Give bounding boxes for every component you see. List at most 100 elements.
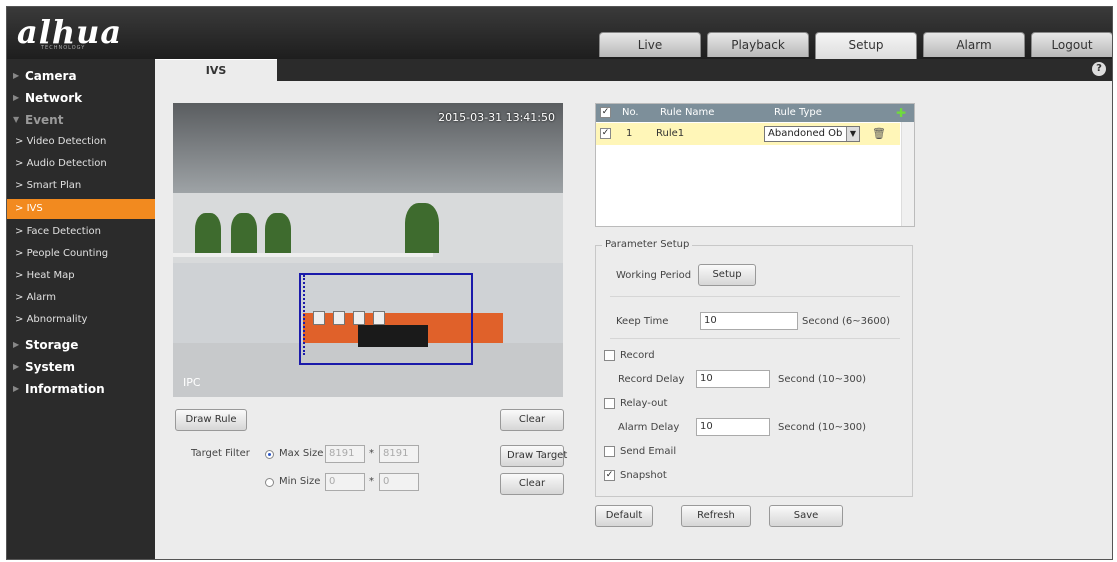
sidebar-subitem-face-detection[interactable]: > Face Detection: [7, 222, 155, 242]
chevron-right-icon: >: [15, 270, 27, 281]
relay-out-label: Relay-out: [620, 398, 668, 409]
record-delay-range: Second (10~300): [778, 374, 866, 385]
sidebar-item-system[interactable]: ▶ System: [7, 356, 155, 378]
max-size-width-input[interactable]: 8191: [325, 445, 365, 463]
column-header-rule-type: Rule Type: [774, 107, 822, 118]
trash-icon[interactable]: 🗑: [872, 123, 886, 145]
table-row[interactable]: ✓ 1 Rule1 Abandoned Ob ▼ 🗑: [596, 123, 900, 145]
snapshot-label: Snapshot: [620, 470, 667, 481]
brand-logo-sub: TECHNOLOGY: [41, 45, 86, 51]
draw-rule-button[interactable]: Draw Rule: [175, 409, 247, 431]
clear-rule-button[interactable]: Clear: [500, 409, 564, 431]
refresh-button[interactable]: Refresh: [681, 505, 751, 527]
triangle-right-icon: ▶: [13, 93, 20, 102]
chevron-right-icon: >: [15, 314, 27, 325]
clear-target-button[interactable]: Clear: [500, 473, 564, 495]
min-size-label: Min Size: [279, 476, 321, 487]
sidebar-item-label: Camera: [25, 69, 77, 83]
record-delay-label: Record Delay: [618, 374, 685, 385]
sidebar-subitem-alarm[interactable]: > Alarm: [7, 288, 155, 308]
sidebar-subitem-label: IVS: [26, 203, 43, 214]
sidebar-subitem-abnormality[interactable]: > Abnormality: [7, 310, 155, 330]
snapshot-checkbox[interactable]: ✓: [604, 470, 615, 481]
divider: [610, 296, 900, 297]
tab-live[interactable]: Live: [599, 32, 701, 57]
column-header-rule-name: Rule Name: [660, 107, 715, 118]
add-rule-icon[interactable]: ✚: [896, 104, 906, 122]
content-panel: IVS ? 2015-03-31 13:41:50 IPC Draw Rule: [155, 59, 1112, 559]
select-all-checkbox[interactable]: ✓: [600, 107, 611, 118]
sidebar-subitem-audio-detection[interactable]: > Audio Detection: [7, 154, 155, 174]
max-size-height-input[interactable]: 8191: [379, 445, 419, 463]
chevron-right-icon: >: [15, 226, 27, 237]
ivs-rule-region[interactable]: [299, 273, 473, 365]
video-scene-partition: [173, 253, 433, 257]
min-size-height-input[interactable]: 0: [379, 473, 419, 491]
max-size-radio[interactable]: [265, 450, 274, 459]
triangle-right-icon: ▶: [13, 362, 20, 371]
record-delay-input[interactable]: 10: [696, 370, 770, 388]
sidebar-item-storage[interactable]: ▶ Storage: [7, 334, 155, 356]
sidebar-subitem-label: Audio Detection: [26, 158, 107, 169]
chevron-right-icon: >: [15, 292, 27, 303]
tab-logout[interactable]: Logout: [1031, 32, 1112, 57]
rule-table-header: ✓ No. Rule Name Rule Type ✚: [596, 104, 914, 122]
help-icon[interactable]: ?: [1092, 62, 1106, 76]
sidebar-subitem-smart-plan[interactable]: > Smart Plan: [7, 176, 155, 196]
sidebar-subitem-video-detection[interactable]: > Video Detection: [7, 132, 155, 152]
tab-alarm[interactable]: Alarm: [923, 32, 1025, 57]
save-button[interactable]: Save: [769, 505, 843, 527]
sidebar: ▶ Camera ▶ Network ▼ Event > Video Detectio…: [7, 59, 155, 559]
sidebar-item-label: Event: [25, 113, 64, 127]
rule-table-scrollbar[interactable]: [901, 122, 914, 226]
min-size-radio[interactable]: [265, 478, 274, 487]
tab-playback[interactable]: Playback: [707, 32, 809, 57]
size-times-symbol: *: [369, 476, 374, 487]
draw-target-button[interactable]: Draw Target: [500, 445, 567, 467]
working-period-setup-button[interactable]: Setup: [698, 264, 756, 286]
sidebar-subitem-label: People Counting: [26, 248, 109, 259]
column-header-no: No.: [622, 107, 639, 118]
sidebar-item-network[interactable]: ▶ Network: [7, 87, 155, 109]
alarm-delay-input[interactable]: 10: [696, 418, 770, 436]
tab-setup[interactable]: Setup: [815, 32, 917, 60]
keep-time-input[interactable]: 10: [700, 312, 798, 330]
sidebar-item-label: Storage: [25, 338, 79, 352]
relay-out-checkbox[interactable]: [604, 398, 615, 409]
sidebar-item-camera[interactable]: ▶ Camera: [7, 65, 155, 87]
keep-time-label: Keep Time: [616, 316, 669, 327]
header-bar: alhua TECHNOLOGY Live Playback Setup Ala…: [7, 7, 1112, 60]
chevron-right-icon: >: [15, 158, 27, 169]
triangle-right-icon: ▶: [13, 384, 20, 393]
sidebar-subitem-label: Face Detection: [26, 226, 101, 237]
sidebar-subitem-label: Alarm: [26, 292, 56, 303]
send-email-checkbox[interactable]: [604, 446, 615, 457]
sidebar-subitem-heat-map[interactable]: > Heat Map: [7, 266, 155, 286]
sidebar-subitem-label: Smart Plan: [26, 180, 82, 191]
sidebar-item-event[interactable]: ▼ Event: [7, 109, 155, 131]
rule-row-checkbox[interactable]: ✓: [600, 128, 611, 139]
alarm-delay-range: Second (10~300): [778, 422, 866, 433]
rule-row-no: 1: [626, 128, 633, 139]
rule-type-select[interactable]: Abandoned Ob ▼: [764, 126, 860, 142]
chevron-down-icon: ▼: [846, 127, 859, 141]
sidebar-subitem-people-counting[interactable]: > People Counting: [7, 244, 155, 264]
send-email-label: Send Email: [620, 446, 677, 457]
chevron-right-icon: >: [15, 203, 27, 214]
record-checkbox[interactable]: [604, 350, 615, 361]
size-times-symbol: *: [369, 448, 374, 459]
default-button[interactable]: Default: [595, 505, 653, 527]
rule-table: ✓ No. Rule Name Rule Type ✚ ✓ 1 Rule1 Ab…: [595, 103, 915, 227]
tab-ivs[interactable]: IVS: [155, 59, 277, 82]
video-preview[interactable]: 2015-03-31 13:41:50 IPC: [173, 103, 563, 397]
video-timestamp: 2015-03-31 13:41:50: [438, 111, 555, 124]
triangle-right-icon: ▶: [13, 340, 20, 349]
triangle-down-icon: ▼: [13, 115, 20, 124]
sidebar-subitem-ivs[interactable]: > IVS: [7, 199, 155, 219]
sidebar-item-label: Information: [25, 382, 105, 396]
video-channel-label: IPC: [183, 376, 201, 389]
plant-icon: [405, 203, 439, 253]
min-size-width-input[interactable]: 0: [325, 473, 365, 491]
sidebar-item-information[interactable]: ▶ Information: [7, 378, 155, 400]
sidebar-subitem-label: Abnormality: [26, 314, 88, 325]
